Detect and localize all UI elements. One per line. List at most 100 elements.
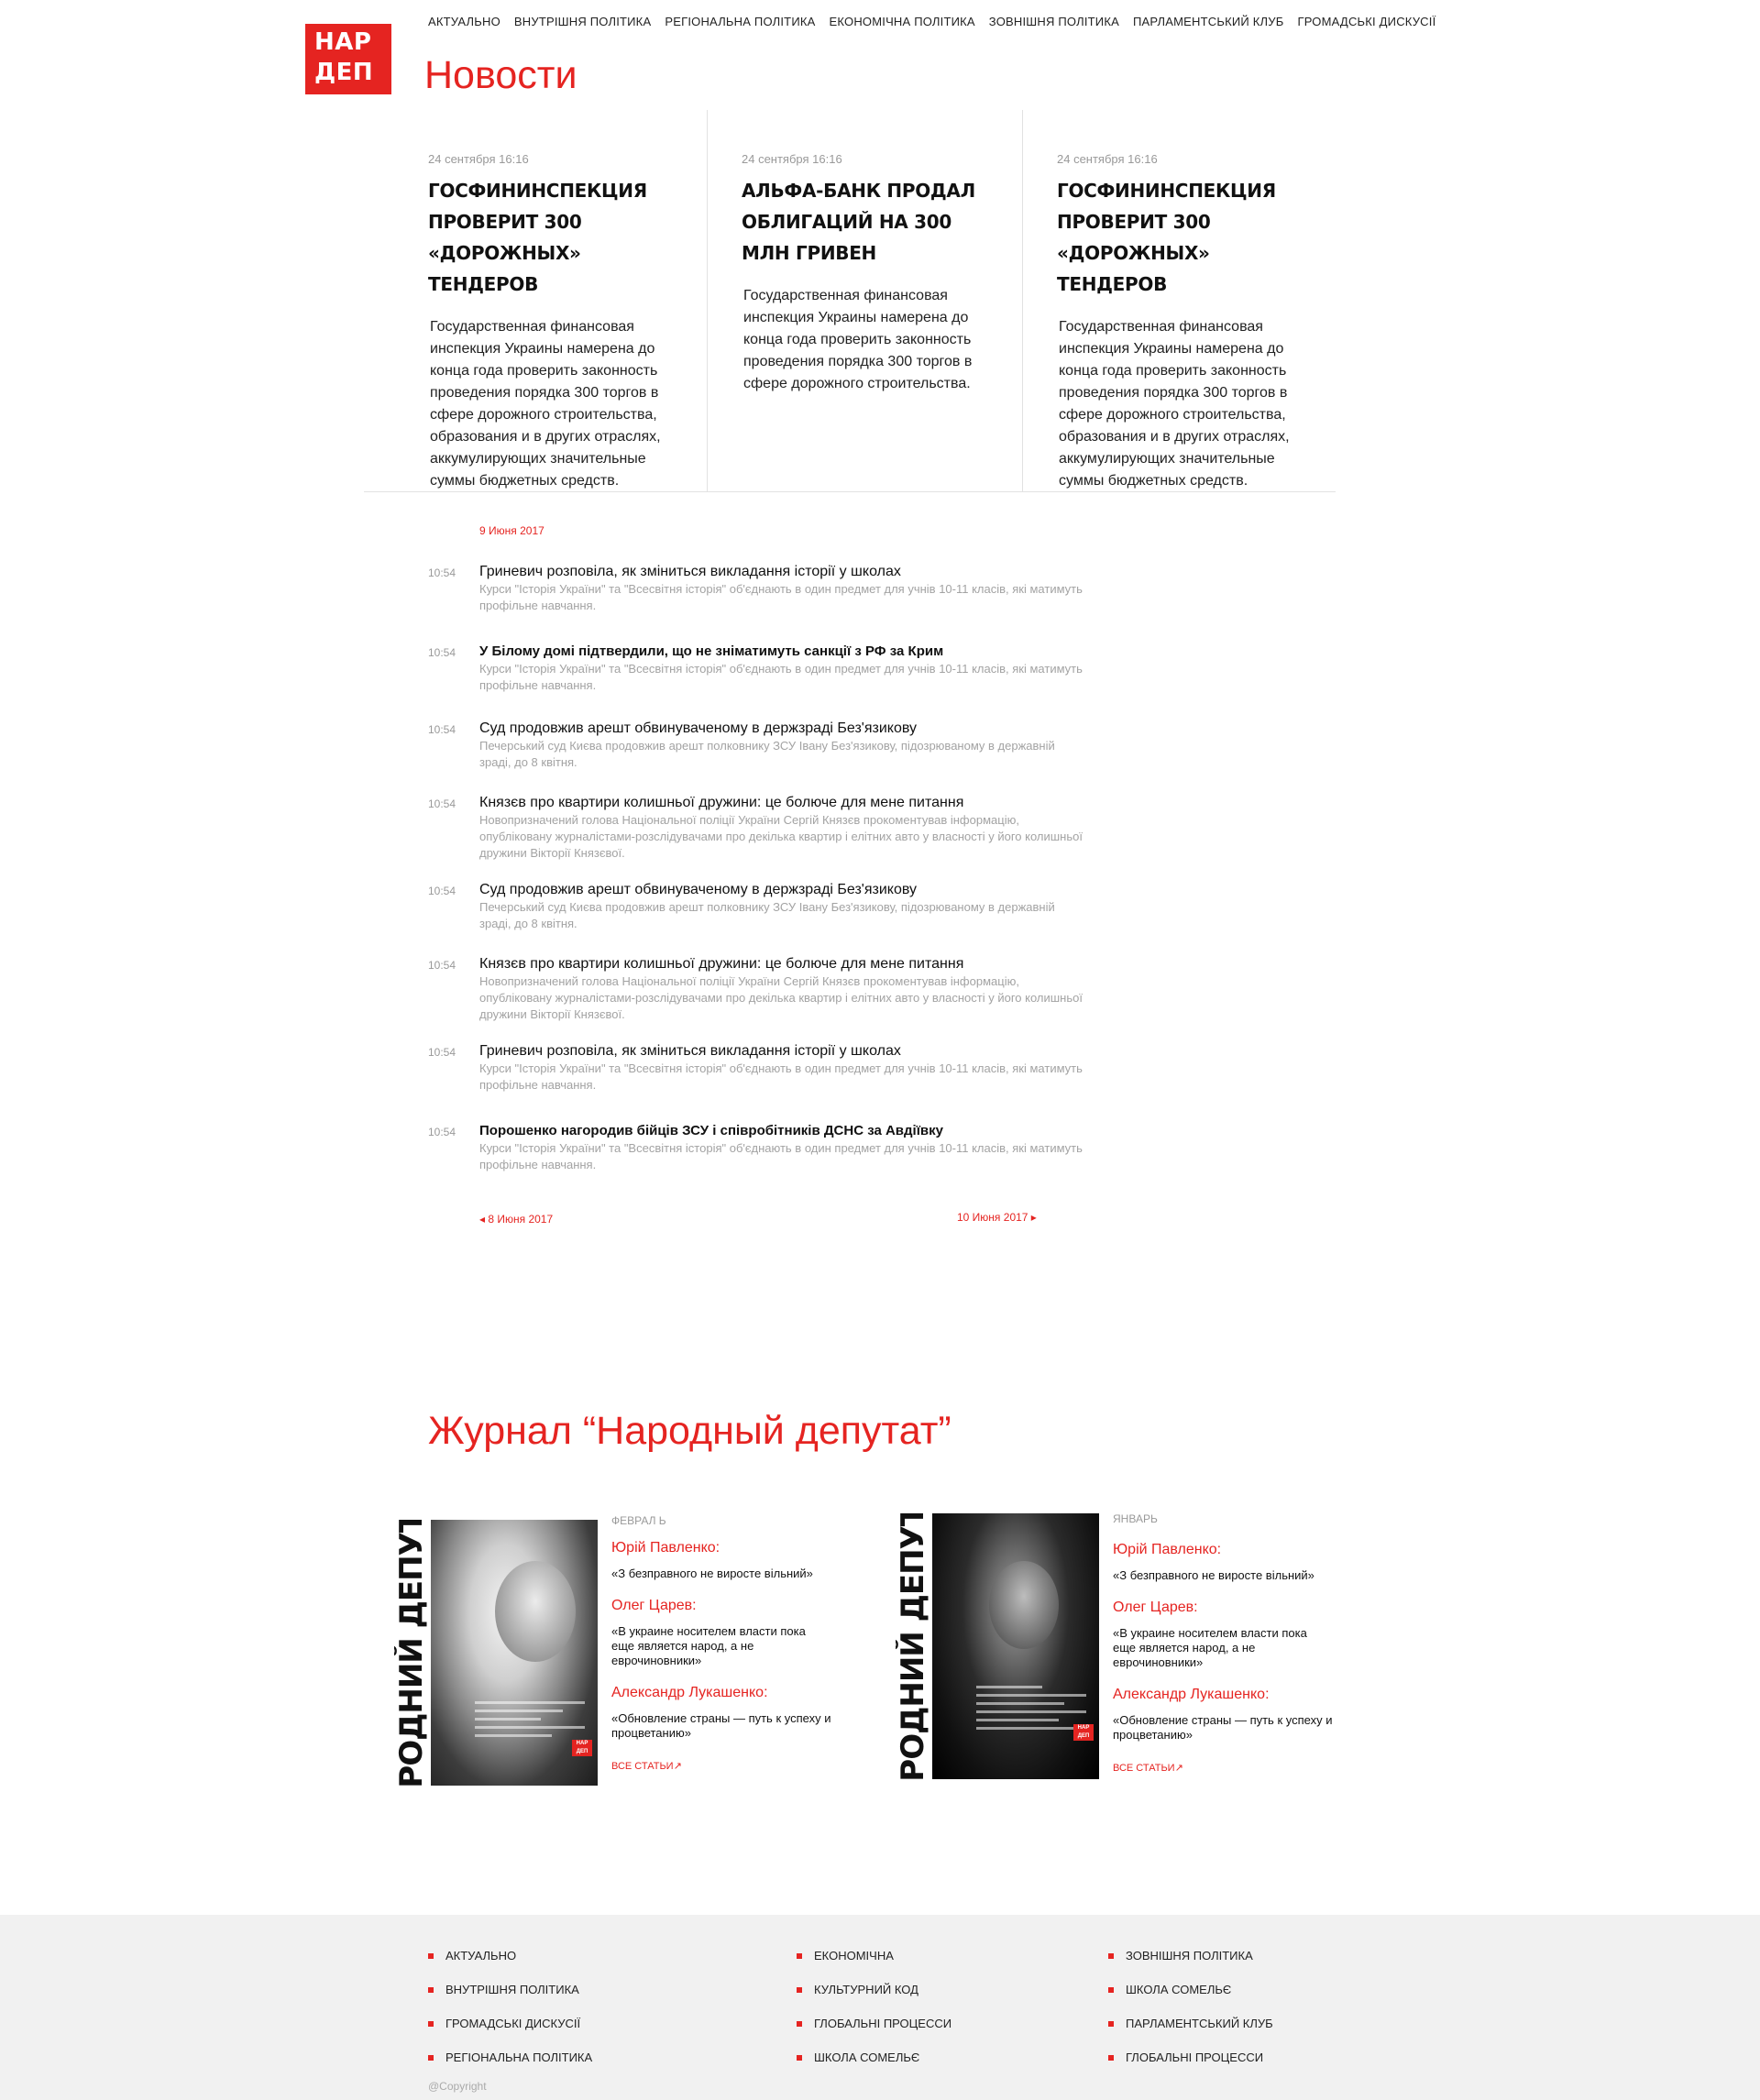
all-articles-link[interactable]: Все статьи↗ bbox=[611, 1761, 682, 1772]
magazine-issue: Январь Юрій Павленко: «З безправного не … bbox=[1113, 1512, 1342, 1776]
news-title[interactable]: Суд продовжив арешт обвинуваченому в дер… bbox=[479, 720, 917, 736]
bullet-icon bbox=[797, 1986, 802, 1993]
nav-item-economic-policy[interactable]: Економічна політика bbox=[830, 15, 975, 28]
news-description: Новопризначений голова Національної полі… bbox=[479, 974, 1083, 1021]
footer-link[interactable]: Зовнішня політика bbox=[1108, 1939, 1273, 1973]
nav-item-regional-policy[interactable]: Регіональна політика bbox=[665, 15, 815, 28]
cover-masthead: НАРОДНИЙ ДЕПУТАТ bbox=[896, 1513, 931, 1779]
news-title[interactable]: У Білому домі підтвердили, що не знімати… bbox=[479, 643, 943, 659]
news-item[interactable]: 10:54 Порошенко нагородив бійців ЗСУ і с… bbox=[428, 1122, 1088, 1177]
footer-link[interactable]: Парламентський клуб bbox=[1108, 2007, 1273, 2040]
news-item[interactable]: 10:54 У Білому домі підтвердили, що не з… bbox=[428, 643, 1088, 720]
next-day-link[interactable]: 10 Июня 2017 ▸ bbox=[957, 1211, 1037, 1224]
magazine-cover[interactable]: НАРОДНИЙ ДЕПУТАТ НАР ДЕП bbox=[896, 1513, 1099, 1779]
news-title[interactable]: Князєв про квартири колишньої дружини: ц… bbox=[479, 956, 963, 972]
featured-date: 24 сентября 16:16 bbox=[742, 152, 842, 166]
news-description: Курси "Історія України" та "Всесвітня іс… bbox=[479, 1061, 1083, 1092]
news-description: Новопризначений голова Національної полі… bbox=[479, 813, 1083, 860]
news-time: 10:54 bbox=[428, 1046, 456, 1059]
news-title[interactable]: Суд продовжив арешт обвинуваченому в дер… bbox=[479, 882, 917, 897]
magazine-cover[interactable]: НАРОДНИЙ ДЕПУТАТ НАР ДЕП bbox=[394, 1520, 598, 1786]
all-articles-link[interactable]: Все статьи↗ bbox=[1113, 1763, 1183, 1774]
footer-link[interactable]: Актуально bbox=[428, 1939, 592, 1973]
news-title[interactable]: Князєв про квартири колишньої дружини: ц… bbox=[479, 795, 963, 810]
footer-link[interactable]: Культурний код bbox=[797, 1973, 952, 2007]
issue-author[interactable]: Олег Царев: bbox=[611, 1598, 841, 1614]
nav-item-internal-policy[interactable]: Внутрішня політика bbox=[514, 15, 651, 28]
featured-card[interactable]: 24 сентября 16:16 Госфининспекция провер… bbox=[364, 110, 707, 492]
logo-line2: ДЕП bbox=[314, 59, 374, 86]
previous-day-link[interactable]: ◂ 8 Июня 2017 bbox=[479, 1213, 553, 1226]
news-time: 10:54 bbox=[428, 566, 456, 579]
issue-author[interactable]: Юрій Павленко: bbox=[611, 1540, 841, 1556]
copyright: @Copyright bbox=[428, 2080, 487, 2093]
issue-author[interactable]: Александр Лукашенко: bbox=[1113, 1687, 1342, 1703]
bullet-icon bbox=[428, 1952, 434, 1959]
cover-photo: НАР ДЕП bbox=[932, 1513, 1099, 1779]
top-navigation: Актуально Внутрішня політика Регіональна… bbox=[428, 15, 1436, 28]
cover-masthead: НАРОДНИЙ ДЕПУТАТ bbox=[394, 1520, 430, 1786]
issue-quote[interactable]: «В украине носителем власти пока еще явл… bbox=[611, 1624, 831, 1668]
cover-photo: НАР ДЕП bbox=[431, 1520, 598, 1786]
footer-link[interactable]: Внутрішня політика bbox=[428, 1973, 592, 2007]
bullet-icon bbox=[428, 2020, 434, 2027]
featured-text: Государственная финансовая инспекция Укр… bbox=[430, 319, 661, 489]
featured-date: 24 сентября 16:16 bbox=[1057, 152, 1158, 166]
cover-headlines bbox=[475, 1701, 585, 1743]
issue-author[interactable]: Юрій Павленко: bbox=[1113, 1542, 1342, 1558]
featured-card[interactable]: 24 сентября 16:16 Госфининспекция провер… bbox=[1022, 110, 1336, 492]
site-logo[interactable]: НАР ДЕП bbox=[305, 24, 391, 94]
news-feed-date: 9 Июня 2017 bbox=[479, 524, 544, 537]
issue-quote[interactable]: «В украине носителем власти пока еще явл… bbox=[1113, 1626, 1333, 1670]
page-title: Новости bbox=[424, 53, 578, 97]
news-title[interactable]: Гриневич розповіла, як зміниться виклада… bbox=[479, 1043, 901, 1059]
featured-date: 24 сентября 16:16 bbox=[428, 152, 529, 166]
news-item[interactable]: 10:54 Суд продовжив арешт обвинуваченому… bbox=[428, 881, 1088, 955]
footer-link[interactable]: Глобальні процесси bbox=[797, 2007, 952, 2040]
issue-author[interactable]: Александр Лукашенко: bbox=[611, 1685, 841, 1701]
bullet-icon bbox=[428, 1986, 434, 1993]
nav-item-foreign-policy[interactable]: Зовнішня політика bbox=[989, 15, 1119, 28]
footer-link[interactable]: Глобальні процесси bbox=[1108, 2040, 1273, 2074]
footer-link[interactable]: Регіональна політика bbox=[428, 2040, 592, 2074]
logo-line1: НАР bbox=[314, 28, 372, 56]
bullet-icon bbox=[1108, 2020, 1114, 2027]
news-item[interactable]: 10:54 Суд продовжив арешт обвинуваченому… bbox=[428, 720, 1088, 794]
news-item[interactable]: 10:54 Гриневич розповіла, як зміниться в… bbox=[428, 563, 1088, 643]
featured-card[interactable]: 24 сентября 16:16 Альфа-банк продал обли… bbox=[707, 110, 1022, 492]
featured-news: 24 сентября 16:16 Госфининспекция провер… bbox=[364, 110, 1336, 492]
cover-portrait bbox=[495, 1561, 576, 1662]
footer-column: Зовнішня політика Школа сомельє Парламен… bbox=[1108, 1939, 1273, 2074]
bullet-icon bbox=[1108, 1952, 1114, 1959]
cover-portrait bbox=[989, 1561, 1059, 1649]
issue-month: Феврал ь bbox=[611, 1514, 666, 1527]
footer-link[interactable]: Школа сомельє bbox=[1108, 1973, 1273, 2007]
news-title[interactable]: Порошенко нагородив бійців ЗСУ і співроб… bbox=[479, 1123, 943, 1138]
news-item[interactable]: 10:54 Гриневич розповіла, як зміниться в… bbox=[428, 1042, 1088, 1122]
news-description: Курси "Історія України" та "Всесвітня іс… bbox=[479, 1141, 1083, 1171]
news-title[interactable]: Гриневич розповіла, як зміниться виклада… bbox=[479, 564, 901, 579]
cover-logo: НАР ДЕП bbox=[1073, 1724, 1094, 1741]
issue-quote[interactable]: «З безправного не виросте вільний» bbox=[611, 1567, 831, 1581]
issue-quote[interactable]: «З безправного не виросте вільний» bbox=[1113, 1568, 1333, 1583]
issue-quote[interactable]: «Обновление страны — путь к успеху и про… bbox=[1113, 1713, 1333, 1743]
nav-item-actual[interactable]: Актуально bbox=[428, 15, 500, 28]
nav-item-public-discussions[interactable]: Громадські дискусії bbox=[1297, 15, 1436, 28]
news-item[interactable]: 10:54 Князєв про квартири колишньої друж… bbox=[428, 794, 1088, 881]
issue-quote[interactable]: «Обновление страны — путь к успеху и про… bbox=[611, 1711, 831, 1741]
footer-link[interactable]: Школа сомельє bbox=[797, 2040, 952, 2074]
footer-link[interactable]: Економічна bbox=[797, 1939, 952, 1973]
arrow-icon: ↗ bbox=[1174, 1763, 1183, 1774]
featured-title[interactable]: Госфининспекция проверит 300 «дорожных» … bbox=[1057, 180, 1276, 295]
featured-title[interactable]: Альфа-банк продал облигаций на 300 млн г… bbox=[742, 180, 975, 264]
nav-item-parliament-club[interactable]: Парламентський клуб bbox=[1133, 15, 1283, 28]
footer-link[interactable]: Громадські дискусії bbox=[428, 2007, 592, 2040]
issue-author[interactable]: Олег Царев: bbox=[1113, 1600, 1342, 1616]
news-time: 10:54 bbox=[428, 959, 456, 972]
news-time: 10:54 bbox=[428, 1126, 456, 1138]
arrow-icon: ↗ bbox=[673, 1761, 682, 1772]
news-item[interactable]: 10:54 Князєв про квартири колишньої друж… bbox=[428, 955, 1088, 1042]
bullet-icon bbox=[1108, 1986, 1114, 1993]
featured-text: Государственная финансовая инспекция Укр… bbox=[743, 288, 973, 391]
featured-title[interactable]: Госфининспекция проверит 300 «дорожных» … bbox=[428, 180, 647, 295]
